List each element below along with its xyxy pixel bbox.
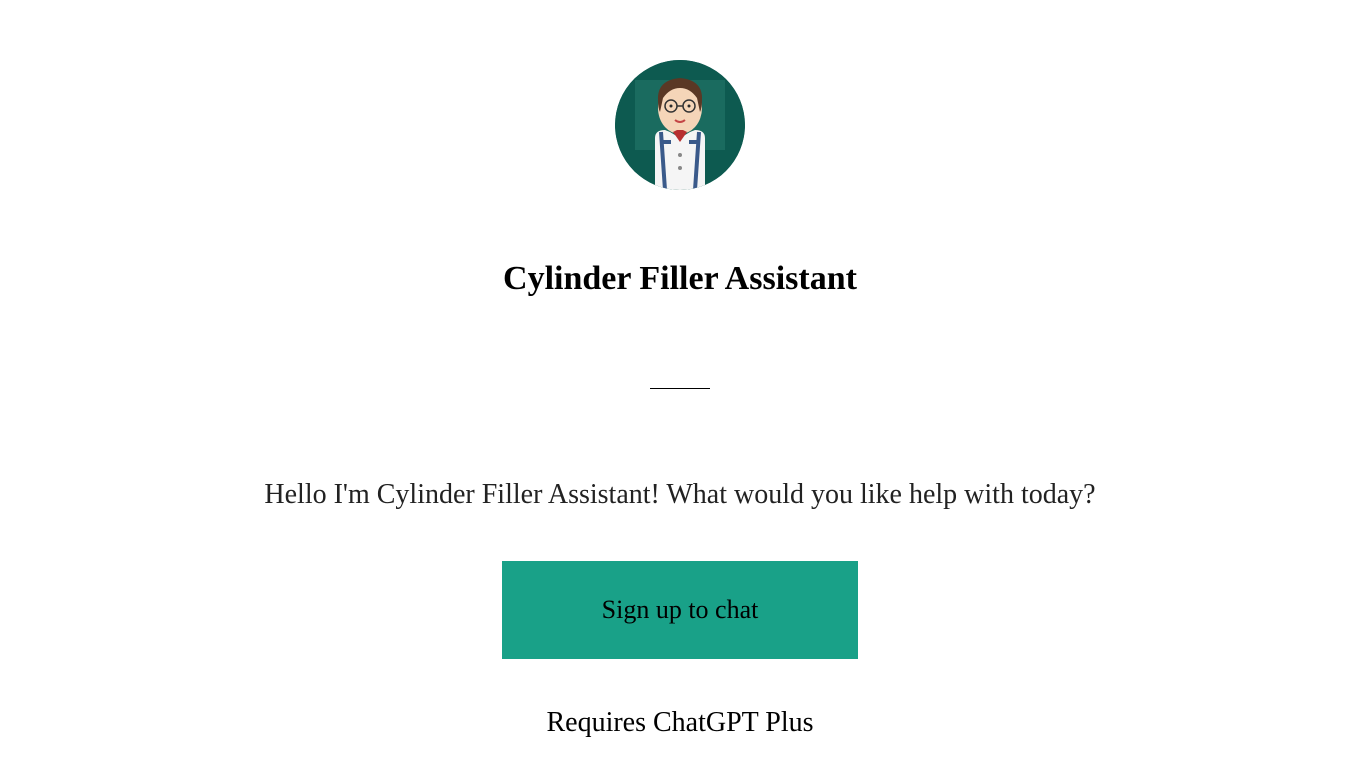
requires-text: Requires ChatGPT Plus (546, 707, 813, 739)
divider (650, 388, 710, 389)
avatar (615, 60, 745, 190)
signup-button[interactable]: Sign up to chat (502, 561, 859, 659)
page-title: Cylinder Filler Assistant (503, 260, 857, 298)
greeting-text: Hello I'm Cylinder Filler Assistant! Wha… (264, 479, 1095, 511)
avatar-icon (615, 60, 745, 190)
